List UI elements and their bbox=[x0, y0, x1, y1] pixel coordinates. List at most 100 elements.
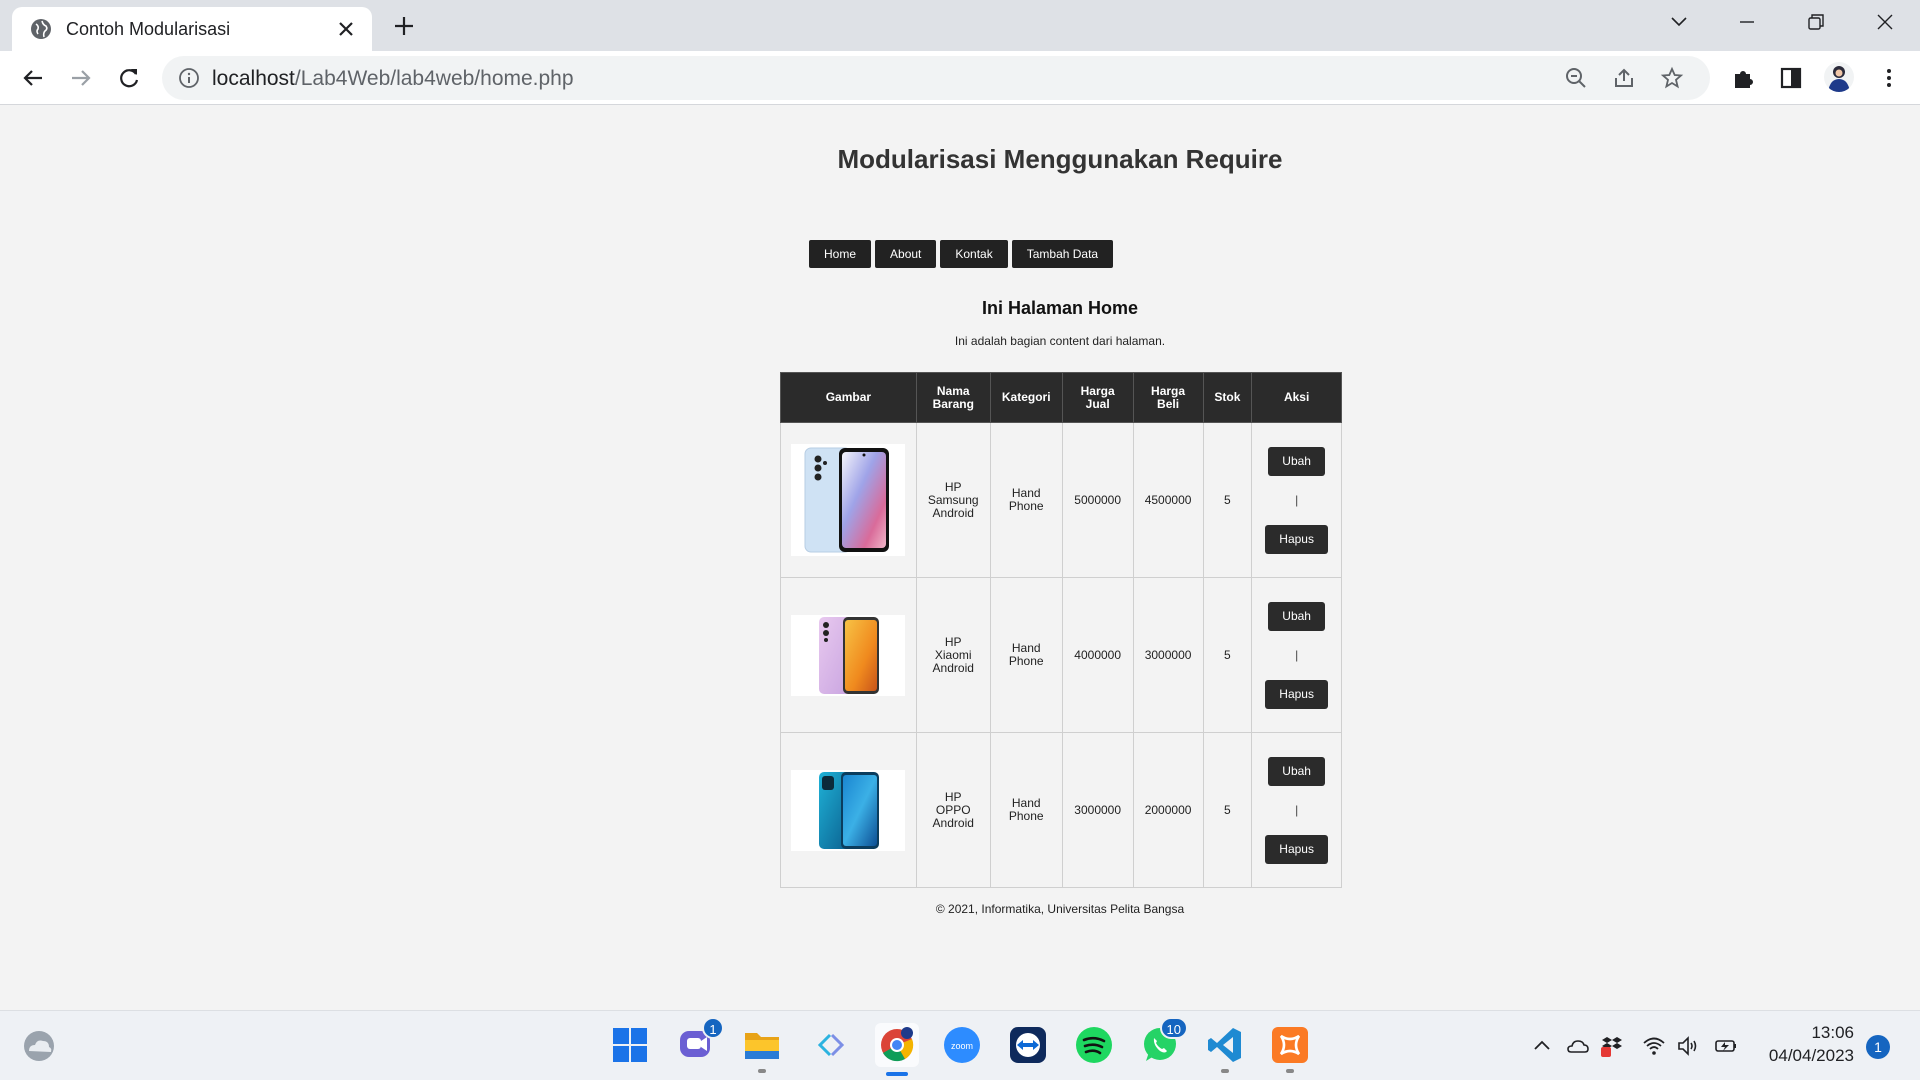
zoom-icon[interactable]: zoom bbox=[942, 1025, 982, 1065]
header-nama-barang: Nama Barang bbox=[915, 372, 991, 423]
system-clock[interactable]: 13:06 04/04/2023 bbox=[1750, 1021, 1854, 1067]
cell-stok: 5 bbox=[1202, 422, 1253, 578]
cell-kategori: Hand Phone bbox=[989, 577, 1063, 733]
zoom-out-icon[interactable] bbox=[1564, 66, 1588, 90]
xampp-icon bbox=[1272, 1027, 1308, 1063]
weather-widget-icon[interactable] bbox=[22, 1029, 56, 1063]
forward-icon[interactable] bbox=[66, 63, 96, 93]
spotify-icon[interactable] bbox=[1074, 1025, 1114, 1065]
browser-tab[interactable]: Contoh Modularisasi bbox=[12, 7, 372, 51]
table-header-row: Gambar Nama Barang Kategori Harga Jual H… bbox=[780, 372, 1342, 423]
bookmark-star-icon[interactable] bbox=[1660, 66, 1684, 90]
teams-badge: 1 bbox=[702, 1017, 724, 1039]
dropbox-icon[interactable] bbox=[1600, 1034, 1624, 1058]
cell-nama-barang: HP Samsung Android bbox=[915, 422, 991, 578]
header-stok: Stok bbox=[1202, 372, 1253, 423]
vscode-app[interactable] bbox=[1205, 1025, 1245, 1073]
separator: | bbox=[1295, 647, 1299, 662]
taskbar: 1 zoom 10 13:06 04/04/2023 1 bbox=[0, 1010, 1920, 1080]
delete-button[interactable]: Hapus bbox=[1265, 524, 1328, 554]
clock-date: 04/04/2023 bbox=[1768, 1046, 1854, 1065]
xiaomi-phone-icon bbox=[819, 616, 880, 694]
header-gambar: Gambar bbox=[780, 372, 917, 423]
vscode-icon bbox=[1208, 1028, 1241, 1062]
battery-charging-icon[interactable] bbox=[1714, 1034, 1738, 1058]
new-tab-icon[interactable] bbox=[390, 12, 418, 40]
site-info-icon[interactable] bbox=[178, 67, 200, 89]
clock-time: 13:06 bbox=[1811, 1023, 1854, 1042]
edit-button[interactable]: Ubah bbox=[1268, 446, 1325, 476]
table-row: HP Samsung Android Hand Phone 5000000 45… bbox=[780, 422, 1342, 578]
product-table: Gambar Nama Barang Kategori Harga Jual H… bbox=[780, 372, 1342, 888]
volume-icon[interactable] bbox=[1676, 1034, 1700, 1058]
delete-button[interactable]: Hapus bbox=[1265, 679, 1328, 709]
cell-nama-barang: HP OPPO Android bbox=[915, 732, 991, 888]
browser-toolbar: localhost/Lab4Web/lab4web/home.php bbox=[0, 51, 1920, 105]
dev-home-icon[interactable] bbox=[810, 1025, 850, 1065]
oppo-phone-image bbox=[791, 769, 906, 851]
table-row: HP OPPO Android Hand Phone 3000000 20000… bbox=[780, 732, 1342, 888]
xampp-app[interactable] bbox=[1270, 1025, 1310, 1073]
url-text: localhost/Lab4Web/lab4web/home.php bbox=[212, 67, 574, 90]
table-row: HP Xiaomi Android Hand Phone 4000000 300… bbox=[780, 577, 1342, 733]
samsung-phone-icon bbox=[804, 447, 890, 553]
running-indicator bbox=[1221, 1069, 1229, 1073]
page-footer: © 2021, Informatika, Universitas Pelita … bbox=[935, 902, 1185, 916]
edit-button[interactable]: Ubah bbox=[1268, 601, 1325, 631]
whatsapp-app[interactable]: 10 bbox=[1140, 1017, 1188, 1065]
header-harga-jual: Harga Jual bbox=[1061, 372, 1134, 423]
extensions-icon[interactable] bbox=[1730, 65, 1756, 91]
cell-harga-beli: 3000000 bbox=[1132, 577, 1204, 733]
file-explorer-app[interactable] bbox=[742, 1025, 782, 1073]
restore-icon[interactable] bbox=[1800, 10, 1830, 34]
cell-kategori: Hand Phone bbox=[989, 422, 1063, 578]
nav-kontak[interactable]: Kontak bbox=[940, 240, 1008, 268]
teams-chat-app[interactable]: 1 bbox=[676, 1017, 724, 1065]
delete-button[interactable]: Hapus bbox=[1265, 834, 1328, 864]
chrome-app[interactable] bbox=[875, 1023, 919, 1076]
cell-harga-jual: 5000000 bbox=[1061, 422, 1134, 578]
nav-about[interactable]: About bbox=[875, 240, 937, 268]
cell-gambar bbox=[780, 732, 917, 888]
folder-icon bbox=[745, 1033, 779, 1059]
chevron-up-icon[interactable] bbox=[1530, 1034, 1554, 1058]
teamviewer-icon[interactable] bbox=[1008, 1025, 1048, 1065]
cell-stok: 5 bbox=[1202, 577, 1253, 733]
globe-icon bbox=[31, 19, 51, 39]
active-indicator bbox=[886, 1072, 908, 1076]
nav-tambah-data[interactable]: Tambah Data bbox=[1011, 240, 1114, 268]
running-indicator bbox=[758, 1069, 766, 1073]
cell-harga-jual: 3000000 bbox=[1061, 732, 1134, 888]
reload-icon[interactable] bbox=[114, 63, 144, 93]
notification-badge[interactable]: 1 bbox=[1866, 1035, 1890, 1059]
cell-aksi: Ubah | Hapus bbox=[1251, 577, 1342, 733]
cell-aksi: Ubah | Hapus bbox=[1251, 732, 1342, 888]
start-windows-icon[interactable] bbox=[610, 1025, 650, 1065]
samsung-phone-image bbox=[791, 444, 906, 556]
header-aksi: Aksi bbox=[1251, 372, 1342, 423]
onedrive-cloud-icon[interactable] bbox=[1566, 1034, 1590, 1058]
xiaomi-phone-image bbox=[791, 614, 906, 696]
web-page: Modularisasi Menggunakan Require Home Ab… bbox=[0, 106, 1920, 1010]
minimize-icon[interactable] bbox=[1732, 10, 1762, 34]
close-tab-icon[interactable] bbox=[334, 17, 358, 41]
back-icon[interactable] bbox=[18, 63, 48, 93]
tab-search-chevron-icon[interactable] bbox=[1664, 10, 1694, 34]
more-menu-icon[interactable] bbox=[1876, 65, 1902, 91]
content-title: Ini Halaman Home bbox=[981, 298, 1139, 318]
tab-title: Contoh Modularisasi bbox=[66, 19, 231, 39]
side-panel-icon[interactable] bbox=[1778, 65, 1804, 91]
address-bar[interactable]: localhost/Lab4Web/lab4web/home.php bbox=[162, 56, 1710, 100]
window-close-icon[interactable] bbox=[1870, 10, 1900, 34]
cell-kategori: Hand Phone bbox=[989, 732, 1063, 888]
nav-home[interactable]: Home bbox=[809, 240, 872, 268]
edit-button[interactable]: Ubah bbox=[1268, 756, 1325, 786]
cell-harga-jual: 4000000 bbox=[1061, 577, 1134, 733]
share-icon[interactable] bbox=[1612, 66, 1636, 90]
wifi-icon[interactable] bbox=[1642, 1034, 1666, 1058]
running-indicator bbox=[1286, 1069, 1294, 1073]
whatsapp-badge: 10 bbox=[1159, 1017, 1188, 1039]
profile-avatar[interactable] bbox=[1824, 62, 1854, 92]
cell-gambar bbox=[780, 577, 917, 733]
cell-nama-barang: HP Xiaomi Android bbox=[915, 577, 991, 733]
